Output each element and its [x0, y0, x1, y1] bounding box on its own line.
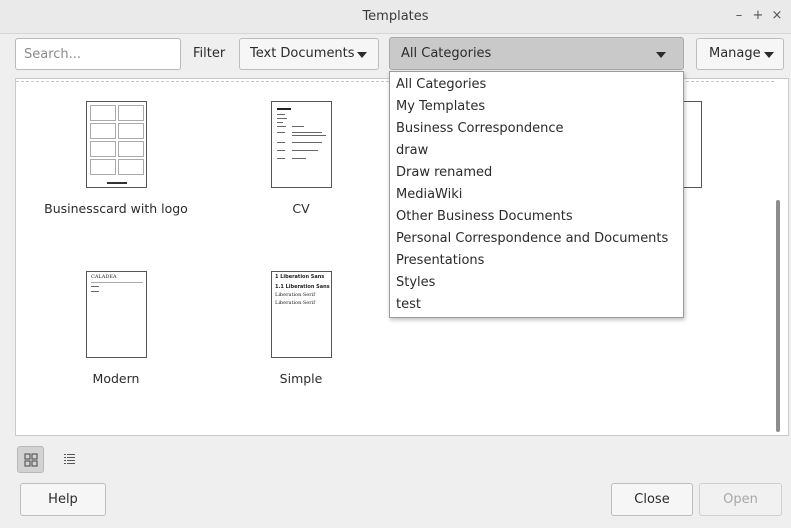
category-dropdown-list: All Categories My Templates Business Cor…: [389, 71, 684, 318]
thumbnail-text: 1 Liberation Sans: [275, 274, 325, 280]
category-dropdown[interactable]: All Categories: [389, 37, 684, 70]
category-option[interactable]: Styles: [396, 275, 435, 290]
filter-label: Filter: [193, 46, 226, 61]
category-option[interactable]: Draw renamed: [396, 165, 492, 180]
filter-dropdown-value: Text Documents: [250, 46, 355, 61]
minimize-icon[interactable]: –: [732, 8, 746, 23]
chevron-down-icon: [357, 52, 367, 58]
category-option[interactable]: MediaWiki: [396, 187, 462, 202]
template-name: CV: [292, 201, 310, 216]
template-thumbnail[interactable]: [86, 101, 147, 188]
maximize-icon[interactable]: +: [751, 8, 765, 23]
title-bar: Templates – + ×: [0, 0, 791, 34]
chevron-down-icon: [656, 52, 666, 58]
category-option[interactable]: Business Correspondence: [396, 121, 564, 136]
thumbnail-text: Liberation Serif: [275, 300, 316, 306]
search-input[interactable]: [15, 38, 181, 70]
close-button[interactable]: Close: [611, 483, 693, 516]
close-icon[interactable]: ×: [770, 8, 784, 23]
open-button[interactable]: Open: [699, 483, 782, 516]
chevron-down-icon: [764, 52, 774, 58]
category-option[interactable]: Presentations: [396, 253, 484, 268]
category-option[interactable]: test: [396, 297, 421, 312]
template-name: Modern: [92, 371, 140, 386]
thumbnail-text: CALADEA: [91, 274, 117, 280]
category-option[interactable]: Personal Correspondence and Documents: [396, 231, 668, 246]
category-option[interactable]: All Categories: [396, 77, 486, 92]
filter-dropdown[interactable]: Text Documents: [239, 38, 379, 70]
list-view-icon[interactable]: [56, 446, 83, 473]
thumbnail-text: 1.1 Liberation Sans: [275, 284, 330, 290]
manage-button-label: Manage: [709, 46, 761, 61]
category-option[interactable]: draw: [396, 143, 428, 158]
thumbnail-text: Liberation Serif: [275, 292, 316, 298]
vertical-scrollbar[interactable]: [776, 200, 780, 432]
template-name: Businesscard with logo: [44, 201, 188, 216]
window-title: Templates: [362, 9, 429, 24]
category-option[interactable]: Other Business Documents: [396, 209, 573, 224]
manage-button[interactable]: Manage: [696, 38, 784, 70]
template-name: Simple: [279, 371, 323, 386]
template-thumbnail[interactable]: CALADEA: [86, 271, 147, 358]
category-option[interactable]: My Templates: [396, 99, 485, 114]
category-dropdown-value: All Categories: [401, 46, 492, 61]
template-thumbnail[interactable]: [271, 101, 332, 188]
grid-view-icon[interactable]: [17, 446, 44, 473]
help-button[interactable]: Help: [20, 483, 106, 516]
template-thumbnail[interactable]: 1 Liberation Sans 1.1 Liberation Sans Li…: [271, 271, 332, 358]
